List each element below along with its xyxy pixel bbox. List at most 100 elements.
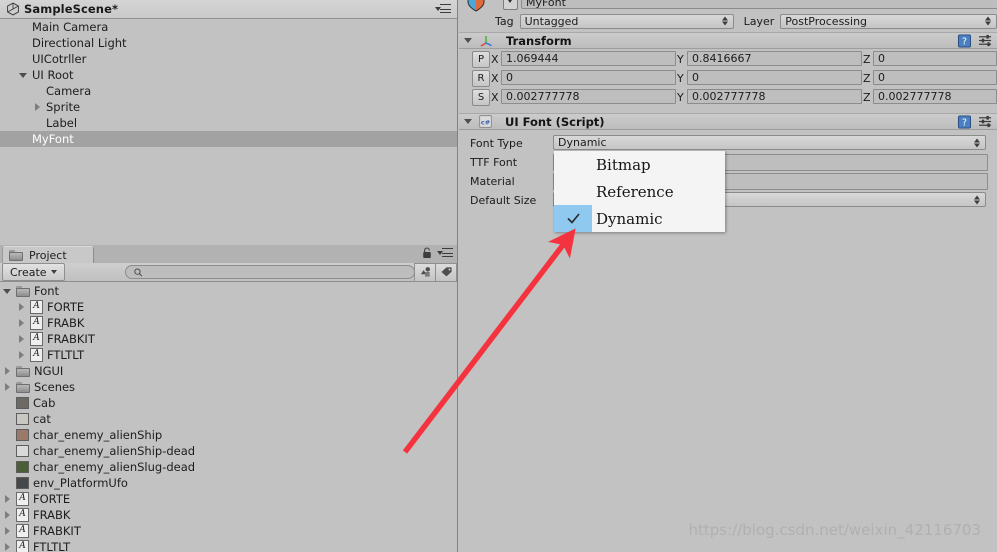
project-item-label: FRABK bbox=[47, 316, 85, 330]
options-menu-icon[interactable] bbox=[435, 3, 451, 15]
gameobject-enabled-checkbox[interactable] bbox=[503, 0, 518, 10]
foldout-icon[interactable] bbox=[16, 318, 27, 329]
project-item[interactable]: Font bbox=[0, 283, 457, 299]
tag-dropdown[interactable]: Untagged bbox=[519, 13, 734, 29]
component-settings-icon[interactable] bbox=[978, 34, 993, 47]
hierarchy-scene-header[interactable]: SampleScene* bbox=[0, 0, 457, 19]
gameobject-name-field[interactable]: MyFont bbox=[521, 0, 997, 9]
foldout-icon[interactable] bbox=[2, 494, 13, 505]
project-item[interactable]: NGUI bbox=[0, 363, 457, 379]
dropdown-option-reference[interactable]: Reference bbox=[554, 178, 725, 205]
project-item[interactable]: A FRABK bbox=[0, 507, 457, 523]
font-type-dropdown-popup[interactable]: Bitmap Reference Dynamic bbox=[554, 151, 725, 232]
uifont-field-row: TTF Font bbox=[459, 152, 997, 171]
foldout-icon[interactable] bbox=[16, 350, 27, 361]
transform-value-field[interactable]: 0 bbox=[501, 70, 676, 85]
axis-label: Y bbox=[677, 91, 684, 104]
hierarchy-item-label[interactable]: Label bbox=[0, 115, 457, 131]
project-item[interactable]: A FTLTLT bbox=[0, 347, 457, 363]
font-asset-icon: A bbox=[30, 332, 43, 346]
transform-component-header[interactable]: Transform ? bbox=[459, 32, 997, 49]
project-item[interactable]: env_PlatformUfo bbox=[0, 475, 457, 491]
transform-value-field[interactable]: 0.002777778 bbox=[873, 89, 997, 104]
project-item[interactable]: char_enemy_alienShip bbox=[0, 427, 457, 443]
dropdown-option-bitmap[interactable]: Bitmap bbox=[554, 151, 725, 178]
foldout-icon[interactable] bbox=[463, 35, 474, 46]
foldout-icon[interactable] bbox=[16, 334, 27, 345]
lock-icon[interactable] bbox=[422, 247, 432, 259]
transform-axis-key[interactable]: R bbox=[472, 70, 490, 87]
uifont-field-label: Material bbox=[470, 175, 515, 188]
help-book-icon[interactable]: ? bbox=[957, 33, 972, 48]
hierarchy-item-camera[interactable]: Camera bbox=[0, 83, 457, 99]
project-item[interactable]: A FRABK bbox=[0, 315, 457, 331]
hierarchy-item-uicotrller[interactable]: UICotrller bbox=[0, 51, 457, 67]
hierarchy-item-label: UICotrller bbox=[32, 52, 87, 66]
transform-value-field[interactable]: 0.8416667 bbox=[687, 51, 862, 66]
axis-label: X bbox=[491, 53, 499, 66]
project-item-label: NGUI bbox=[34, 364, 64, 378]
project-item-label: FORTE bbox=[33, 492, 71, 506]
foldout-icon[interactable] bbox=[2, 542, 13, 552]
foldout-icon[interactable] bbox=[16, 302, 27, 313]
foldout-icon[interactable] bbox=[2, 366, 13, 377]
uifont-field-row: Font Type Dynamic bbox=[459, 133, 997, 152]
project-item[interactable]: A FTLTLT bbox=[0, 539, 457, 552]
foldout-spacer bbox=[18, 134, 29, 145]
options-menu-icon[interactable] bbox=[437, 247, 453, 259]
hierarchy-item-directional-light[interactable]: Directional Light bbox=[0, 35, 457, 51]
foldout-spacer bbox=[32, 118, 43, 129]
transform-axis-key[interactable]: P bbox=[472, 51, 490, 68]
transform-row-p: P X 1.069444 Y 0.8416667 Z 0 bbox=[459, 49, 997, 68]
font-asset-icon: A bbox=[16, 508, 29, 522]
chevron-updown-icon bbox=[985, 16, 992, 27]
foldout-icon[interactable] bbox=[2, 510, 13, 521]
transform-value-field[interactable]: 0.002777778 bbox=[687, 89, 862, 104]
transform-value-field[interactable]: 1.069444 bbox=[501, 51, 676, 66]
axis-label: X bbox=[491, 72, 499, 85]
search-field[interactable] bbox=[124, 265, 415, 279]
uifont-component-header[interactable]: c# UI Font (Script) ? bbox=[459, 113, 997, 130]
tab-project[interactable]: Project bbox=[2, 246, 94, 263]
hierarchy-item-sprite[interactable]: Sprite bbox=[0, 99, 457, 115]
foldout-icon[interactable] bbox=[463, 116, 474, 127]
foldout-icon[interactable] bbox=[32, 102, 43, 113]
texture-icon bbox=[16, 413, 29, 425]
hierarchy-item-ui-root[interactable]: UI Root bbox=[0, 67, 457, 83]
help-book-icon[interactable]: ? bbox=[957, 114, 972, 129]
project-item[interactable]: Scenes bbox=[0, 379, 457, 395]
hierarchy-item-myfont[interactable]: MyFont bbox=[0, 131, 457, 147]
transform-value-field[interactable]: 0 bbox=[873, 51, 997, 66]
project-item[interactable]: char_enemy_alienSlug-dead bbox=[0, 459, 457, 475]
axis-label: Z bbox=[863, 53, 871, 66]
type-filter-icon[interactable] bbox=[414, 262, 436, 282]
axis-label: Y bbox=[677, 53, 684, 66]
uifont-field-font-type[interactable]: Dynamic bbox=[553, 135, 986, 150]
project-item[interactable]: A FRABKIT bbox=[0, 523, 457, 539]
component-settings-icon[interactable] bbox=[978, 115, 993, 128]
foldout-icon[interactable] bbox=[18, 70, 29, 81]
project-item[interactable]: A FORTE bbox=[0, 299, 457, 315]
project-item[interactable]: A FRABKIT bbox=[0, 331, 457, 347]
transform-value-field[interactable]: 0 bbox=[873, 70, 997, 85]
hierarchy-item-main-camera[interactable]: Main Camera bbox=[0, 19, 457, 35]
dropdown-option-dynamic[interactable]: Dynamic bbox=[554, 205, 725, 232]
foldout-icon[interactable] bbox=[2, 526, 13, 537]
project-item[interactable]: char_enemy_alienShip-dead bbox=[0, 443, 457, 459]
layer-dropdown[interactable]: PostProcessing bbox=[780, 13, 997, 29]
create-button[interactable]: Create bbox=[2, 263, 65, 281]
transform-value-field[interactable]: 0 bbox=[687, 70, 862, 85]
hierarchy-item-label: UI Root bbox=[32, 68, 74, 82]
search-input[interactable] bbox=[142, 266, 406, 278]
transform-axis-key[interactable]: S bbox=[472, 89, 490, 106]
project-item[interactable]: Cab bbox=[0, 395, 457, 411]
tag-layer-row: Tag Untagged Layer PostProcessing bbox=[459, 12, 997, 30]
foldout-icon[interactable] bbox=[2, 382, 13, 393]
font-asset-icon: A bbox=[16, 540, 29, 552]
foldout-icon[interactable] bbox=[2, 286, 13, 297]
search-icon bbox=[133, 268, 142, 276]
project-item[interactable]: cat bbox=[0, 411, 457, 427]
label-filter-icon[interactable] bbox=[435, 262, 457, 282]
project-item[interactable]: A FORTE bbox=[0, 491, 457, 507]
transform-value-field[interactable]: 0.002777778 bbox=[501, 89, 676, 104]
